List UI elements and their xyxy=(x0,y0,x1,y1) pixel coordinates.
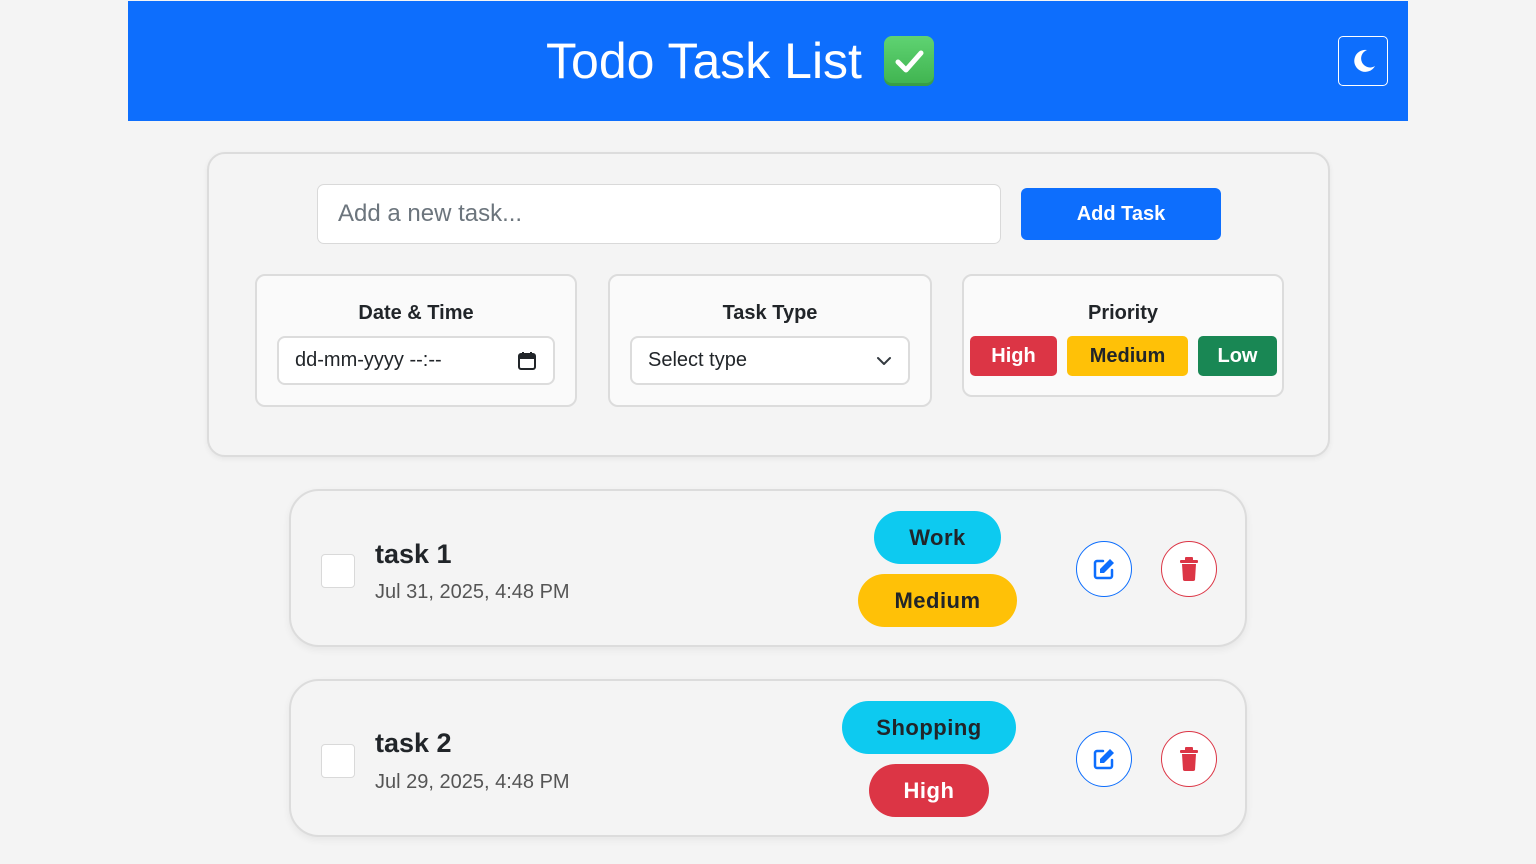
edit-icon xyxy=(1093,749,1114,770)
datetime-section: Date & Time dd-mm-yyyy --:-- xyxy=(255,274,577,407)
task-type-selected: Select type xyxy=(648,349,747,371)
app-header: Todo Task List xyxy=(128,1,1408,121)
task-priority-badge: High xyxy=(869,764,989,817)
datetime-placeholder: dd-mm-yyyy --:-- xyxy=(295,349,442,371)
datetime-label: Date & Time xyxy=(358,302,474,324)
add-task-button[interactable]: Add Task xyxy=(1021,188,1221,240)
task-date: Jul 31, 2025, 4:48 PM xyxy=(375,581,570,603)
priority-section: Priority High Medium Low xyxy=(962,274,1284,397)
moon-icon xyxy=(1354,49,1375,72)
task-complete-checkbox[interactable] xyxy=(321,744,355,778)
edit-task-button[interactable] xyxy=(1076,731,1132,787)
chevron-down-icon xyxy=(877,356,891,365)
page-title-text: Todo Task List xyxy=(546,33,862,89)
trash-icon xyxy=(1180,747,1198,772)
priority-label: Priority xyxy=(1087,302,1159,324)
delete-task-button[interactable] xyxy=(1161,731,1217,787)
task-name: task 2 xyxy=(375,728,452,758)
add-task-form: Add Task Date & Time dd-mm-yyyy --:-- Ta… xyxy=(207,152,1330,457)
task-complete-checkbox[interactable] xyxy=(321,554,355,588)
datetime-input[interactable]: dd-mm-yyyy --:-- xyxy=(277,336,555,385)
task-priority-badge: Medium xyxy=(858,574,1017,627)
task-item: task 2 Jul 29, 2025, 4:48 PM Shopping Hi… xyxy=(289,679,1247,837)
check-mark-icon xyxy=(883,36,934,86)
page-title: Todo Task List xyxy=(546,32,934,90)
delete-task-button[interactable] xyxy=(1161,541,1217,597)
task-type-section: Task Type Select type xyxy=(608,274,932,407)
trash-icon xyxy=(1180,557,1198,582)
task-type-select[interactable]: Select type xyxy=(630,336,910,385)
task-item: task 1 Jul 31, 2025, 4:48 PM Work Medium xyxy=(289,489,1247,647)
task-type-badge: Shopping xyxy=(842,701,1016,754)
priority-low-button[interactable]: Low xyxy=(1198,336,1277,376)
edit-task-button[interactable] xyxy=(1076,541,1132,597)
calendar-icon[interactable] xyxy=(517,351,537,371)
priority-medium-button[interactable]: Medium xyxy=(1067,336,1188,376)
new-task-input[interactable] xyxy=(317,184,1001,244)
priority-high-button[interactable]: High xyxy=(970,336,1057,376)
task-name: task 1 xyxy=(375,539,452,569)
task-type-label: Task Type xyxy=(722,302,818,324)
edit-icon xyxy=(1093,559,1114,580)
task-date: Jul 29, 2025, 4:48 PM xyxy=(375,771,570,793)
theme-toggle-button[interactable] xyxy=(1338,36,1388,86)
task-type-badge: Work xyxy=(874,511,1001,564)
